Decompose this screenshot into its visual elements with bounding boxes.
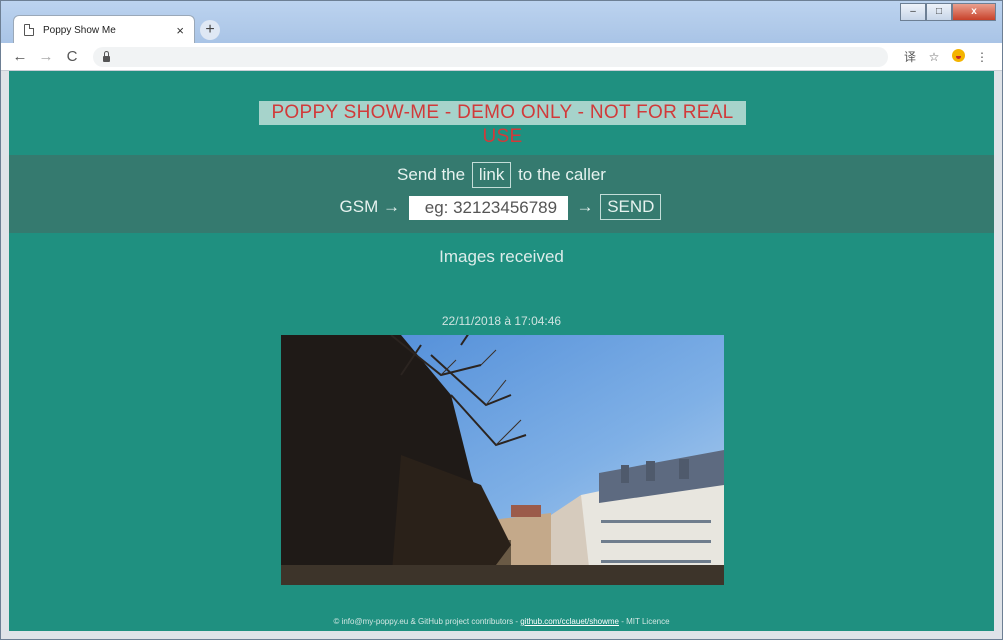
images-received-heading: Images received [439,247,564,266]
tab-title: Poppy Show Me [43,24,116,36]
forward-icon[interactable]: → [35,48,57,65]
send-link-row: Send the link to the caller [9,161,994,189]
page-content: POPPY SHOW-ME - DEMO ONLY - NOT FOR REAL… [9,71,994,631]
maximize-button[interactable]: □ [926,3,952,21]
send-link-panel: Send the link to the caller GSM → eg: 32… [9,155,994,233]
lock-icon [103,50,110,62]
gsm-input[interactable]: eg: 32123456789 [408,195,568,220]
send-prefix-text: Send the [397,165,466,184]
close-tab-icon[interactable]: × [176,24,184,37]
new-tab-button[interactable]: + [200,20,220,40]
page-icon [24,24,34,36]
reload-icon[interactable]: C [61,48,83,65]
window-controls: – □ x [900,3,996,21]
profile-emoji-icon[interactable] [946,48,970,65]
menu-icon[interactable]: ⋮ [970,50,994,64]
footer: © info@my-poppy.eu & GitHub project cont… [9,617,994,626]
star-icon[interactable]: ☆ [922,50,946,64]
translate-icon[interactable]: 译 [898,48,922,65]
gsm-label: GSM → [339,197,400,216]
toolbar-actions: 译 ☆ ⋮ [898,48,994,65]
tab-strip: Poppy Show Me × + – □ x [1,1,1002,44]
send-suffix-text: to the caller [518,165,606,184]
gsm-row: GSM → eg: 32123456789 → SEND [9,193,994,221]
browser-window: Poppy Show Me × + – □ x ← → C 译 ☆ ⋮ POPP… [0,0,1003,640]
send-button[interactable]: SEND [600,194,662,220]
arrow-icon: → [576,197,594,216]
received-photo [281,335,724,585]
footer-licence: - MIT Licence [619,617,670,626]
demo-banner: POPPY SHOW-ME - DEMO ONLY - NOT FOR REAL… [259,101,746,147]
tab-poppy-show-me[interactable]: Poppy Show Me × [13,15,195,44]
github-link[interactable]: github.com/cclauet/showme [520,617,619,626]
image-timestamp: 22/11/2018 à 17:04:46 [441,314,562,328]
back-icon[interactable]: ← [9,48,31,65]
minimize-button[interactable]: – [900,3,926,21]
close-window-button[interactable]: x [952,3,996,21]
link-button[interactable]: link [471,162,512,188]
footer-copyright: © info@my-poppy.eu & GitHub project cont… [333,617,521,626]
address-bar[interactable] [93,46,888,67]
browser-toolbar: ← → C 译 ☆ ⋮ [1,43,1002,71]
